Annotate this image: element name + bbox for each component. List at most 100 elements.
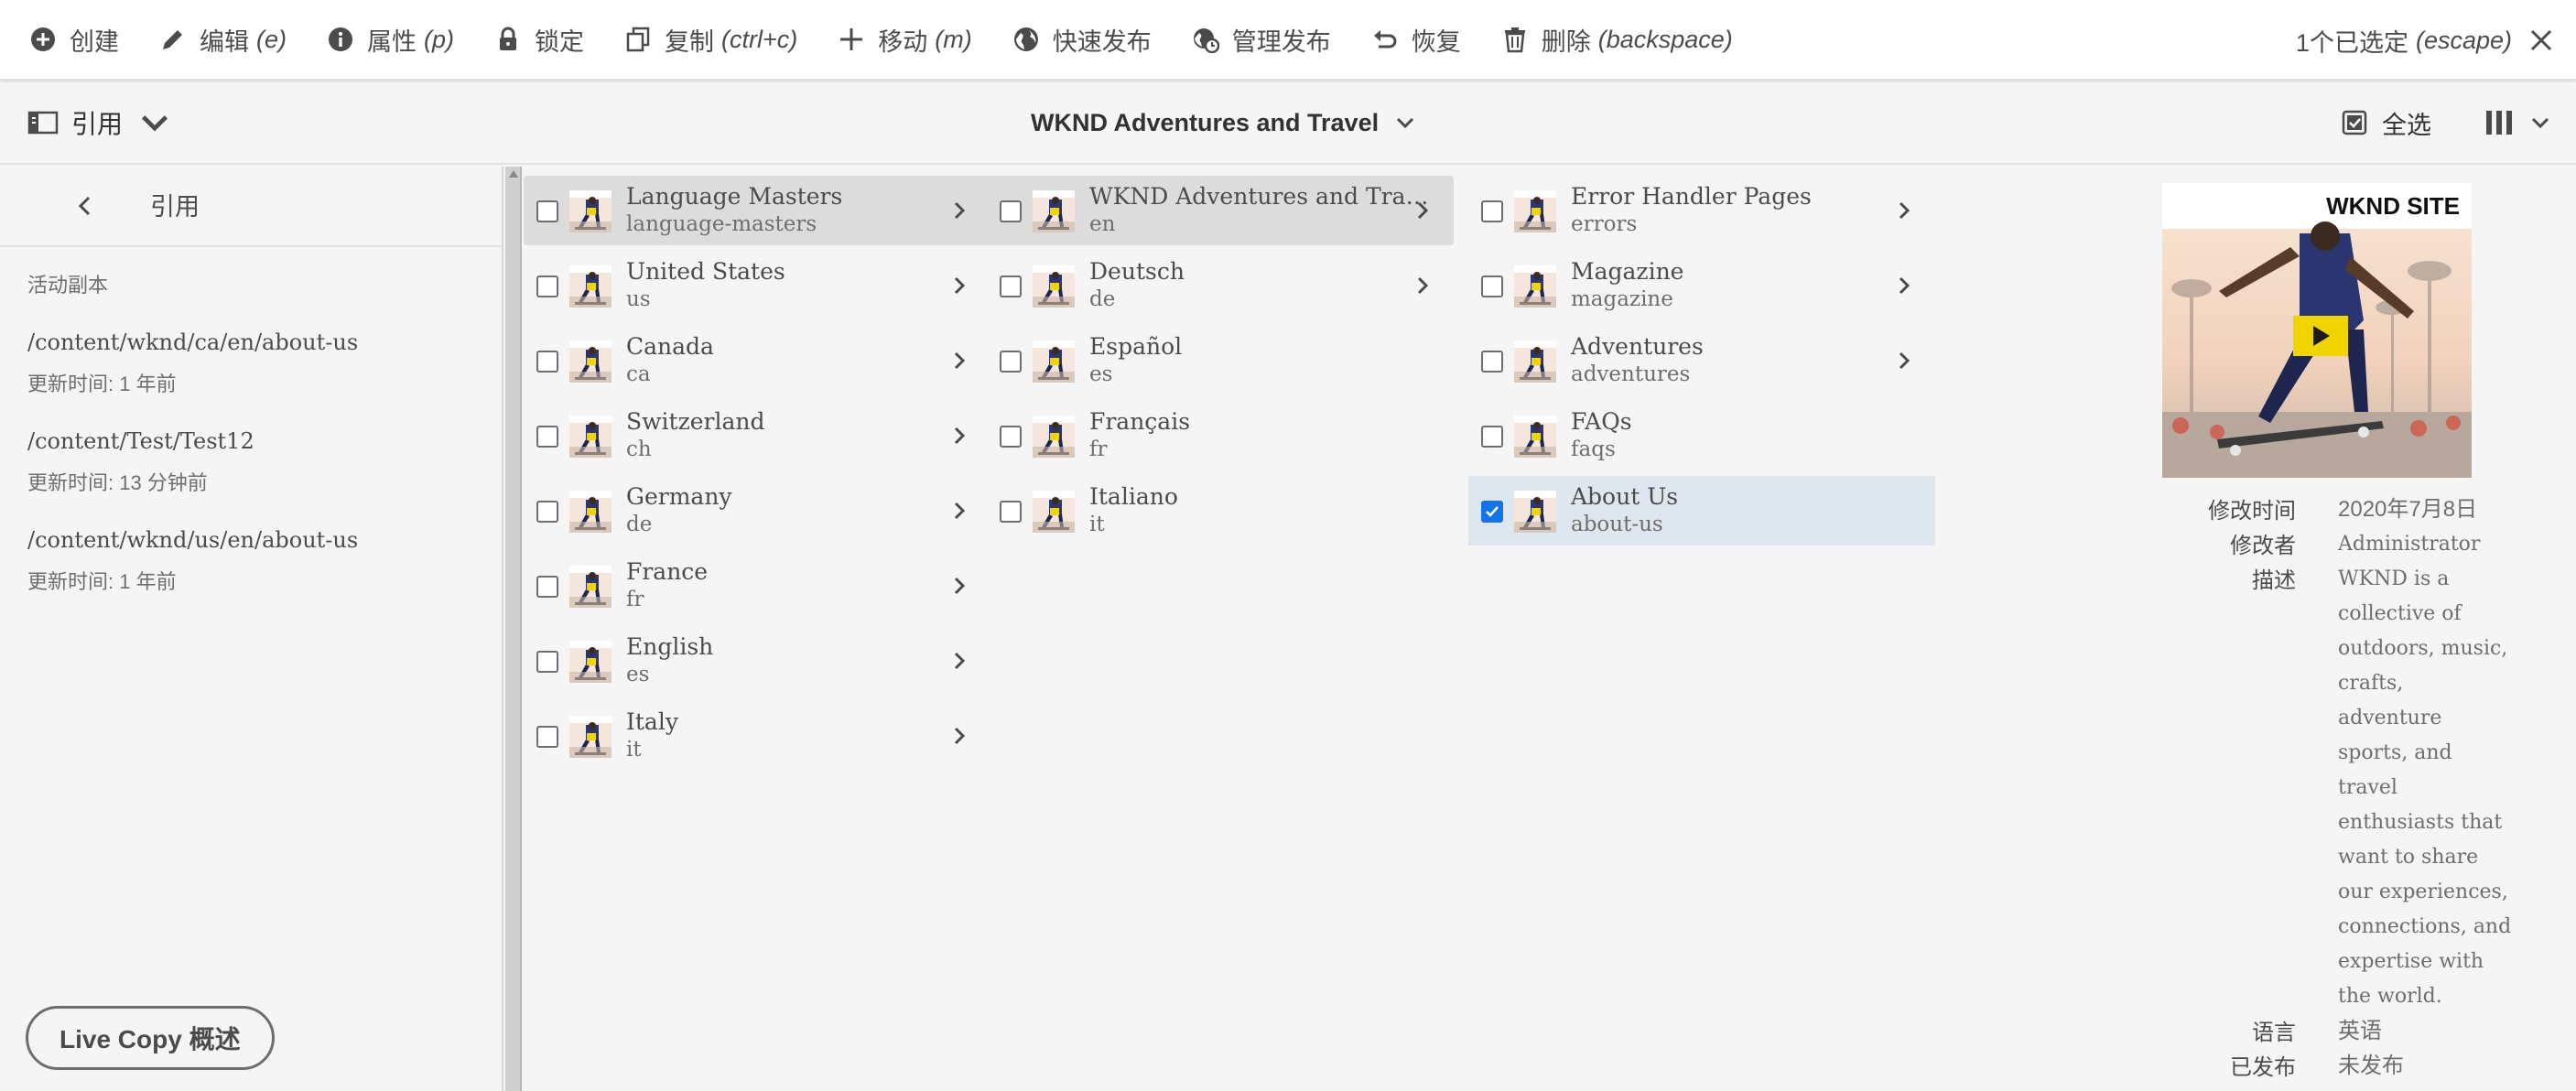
chevron-right-icon[interactable] [1412, 275, 1434, 297]
row-title: Italiano [1089, 483, 1178, 510]
row-checkbox[interactable] [1481, 501, 1503, 523]
column-row[interactable]: WKND Adventures and Tra… en [987, 176, 1454, 245]
live-copy-overview-button[interactable]: Live Copy 概述 [26, 1006, 275, 1070]
quick-publish-button[interactable]: 快速发布 [992, 0, 1172, 80]
column-row[interactable]: Deutsch de [987, 251, 1454, 320]
column-row[interactable]: Switzerland ch [524, 401, 990, 470]
page-thumbnail-preview: WKND SITE [2162, 183, 2472, 478]
splitter-grip [509, 170, 518, 178]
chevron-right-icon[interactable] [948, 275, 970, 297]
column-row[interactable]: Français fr [987, 401, 1454, 470]
reference-path: /content/wknd/ca/en/about-us [27, 329, 359, 355]
page-thumbnail-icon [569, 566, 612, 608]
column-view-icon [2486, 111, 2512, 135]
row-checkbox[interactable] [536, 501, 558, 523]
row-checkbox[interactable] [536, 726, 558, 748]
row-thumbnail [569, 566, 612, 608]
edit-button[interactable]: 编辑 (e) [139, 0, 307, 80]
reference-item[interactable]: /content/wknd/us/en/about-us 更新时间: 1 年前 [0, 527, 502, 595]
manage-publication-button[interactable]: 管理发布 [1172, 0, 1351, 80]
column-row[interactable]: France fr [524, 551, 990, 621]
row-checkbox[interactable] [1481, 275, 1503, 297]
row-title: France [626, 558, 709, 585]
close-icon[interactable] [2527, 26, 2556, 55]
create-button[interactable]: 创建 [0, 0, 139, 80]
page-thumbnail-icon [1514, 265, 1556, 308]
column-row[interactable]: Italy it [524, 701, 990, 771]
row-thumbnail [1033, 491, 1075, 533]
copy-button[interactable]: 复制 (ctrl+c) [604, 0, 817, 80]
chevron-right-icon[interactable] [1412, 200, 1434, 221]
row-checkbox[interactable] [1000, 426, 1022, 448]
description-line: want to share [2338, 846, 2479, 869]
row-checkbox[interactable] [536, 200, 558, 222]
restore-button[interactable]: 恢复 [1351, 0, 1481, 80]
column-row[interactable]: English es [524, 626, 990, 696]
rail-toggle-button[interactable]: 引用 [27, 82, 183, 163]
chevron-right-icon[interactable] [948, 350, 970, 372]
row-name: es [626, 663, 650, 686]
create-label: 创建 [70, 27, 119, 56]
move-button[interactable]: 移动 (m) [817, 0, 991, 80]
column-row[interactable]: About Us about-us [1468, 476, 1935, 546]
chevron-down-icon [1397, 117, 1414, 129]
chevron-right-icon[interactable] [1893, 275, 1915, 297]
modifier-label: 修改者 [2230, 534, 2296, 558]
column-row[interactable]: Language Masters language-masters [524, 176, 990, 245]
row-name: it [1089, 513, 1105, 536]
row-checkbox[interactable] [1481, 426, 1503, 448]
view-switcher[interactable] [2484, 82, 2550, 163]
row-checkbox[interactable] [1000, 351, 1022, 373]
column-row[interactable]: Adventures adventures [1468, 326, 1935, 395]
chevron-right-icon[interactable] [948, 425, 970, 447]
row-checkbox[interactable] [1000, 275, 1022, 297]
column-row[interactable]: United States us [524, 251, 990, 320]
modifier-value: Administrator [2338, 533, 2481, 556]
row-checkbox[interactable] [1000, 200, 1022, 222]
column-row[interactable]: Magazine magazine [1468, 251, 1935, 320]
chevron-right-icon[interactable] [948, 500, 970, 522]
description-line: enthusiasts that [2338, 811, 2503, 834]
row-checkbox[interactable] [536, 426, 558, 448]
secondary-bar: 引用 WKND Adventures and Travel 全选 [0, 82, 2576, 165]
row-checkbox[interactable] [1481, 200, 1503, 222]
column-row[interactable]: Canada ca [524, 326, 990, 395]
row-checkbox[interactable] [536, 576, 558, 598]
row-name: us [626, 287, 651, 311]
lock-button[interactable]: 锁定 [474, 0, 604, 80]
column-row[interactable]: Error Handler Pages errors [1468, 176, 1935, 245]
row-checkbox[interactable] [1481, 351, 1503, 373]
description-line: expertise with [2338, 950, 2484, 973]
column-row[interactable]: FAQs faqs [1468, 401, 1935, 470]
row-checkbox[interactable] [536, 651, 558, 673]
column-row[interactable]: Germany de [524, 476, 990, 546]
column-row[interactable]: Italiano it [987, 476, 1454, 546]
reference-item[interactable]: /content/Test/Test12 更新时间: 13 分钟前 [0, 428, 502, 496]
chevron-right-icon[interactable] [948, 725, 970, 747]
chevron-right-icon[interactable] [948, 575, 970, 597]
select-all-button[interactable]: 全选 [2340, 82, 2431, 163]
page-thumbnail-icon [569, 190, 612, 232]
chevron-right-icon[interactable] [948, 650, 970, 672]
chevron-left-icon[interactable] [71, 192, 99, 220]
column-row[interactable]: Español es [987, 326, 1454, 395]
chevron-right-icon[interactable] [1893, 200, 1915, 221]
row-name: magazine [1571, 287, 1673, 311]
delete-button[interactable]: 删除 (backspace) [1481, 0, 1753, 80]
row-title: FAQs [1571, 408, 1632, 435]
chevron-right-icon[interactable] [1893, 350, 1915, 372]
row-checkbox[interactable] [536, 351, 558, 373]
move-icon [840, 28, 863, 50]
page-thumbnail-icon [1514, 491, 1556, 533]
properties-panel: 修改时间 2020年7月8日 修改者 Administrator 描述 WKND… [2105, 492, 2563, 1084]
reference-item[interactable]: /content/wknd/ca/en/about-us 更新时间: 1 年前 [0, 329, 502, 397]
row-checkbox[interactable] [536, 275, 558, 297]
row-checkbox[interactable] [1000, 501, 1022, 523]
row-title: Canada [626, 333, 714, 360]
properties-button[interactable]: 属性 (p) [307, 0, 474, 80]
page-thumbnail-icon [569, 716, 612, 758]
breadcrumb-title-dropdown[interactable]: WKND Adventures and Travel [1031, 82, 1415, 163]
rail-splitter[interactable] [505, 167, 522, 1091]
row-name: language-masters [626, 212, 817, 236]
chevron-right-icon[interactable] [948, 200, 970, 221]
